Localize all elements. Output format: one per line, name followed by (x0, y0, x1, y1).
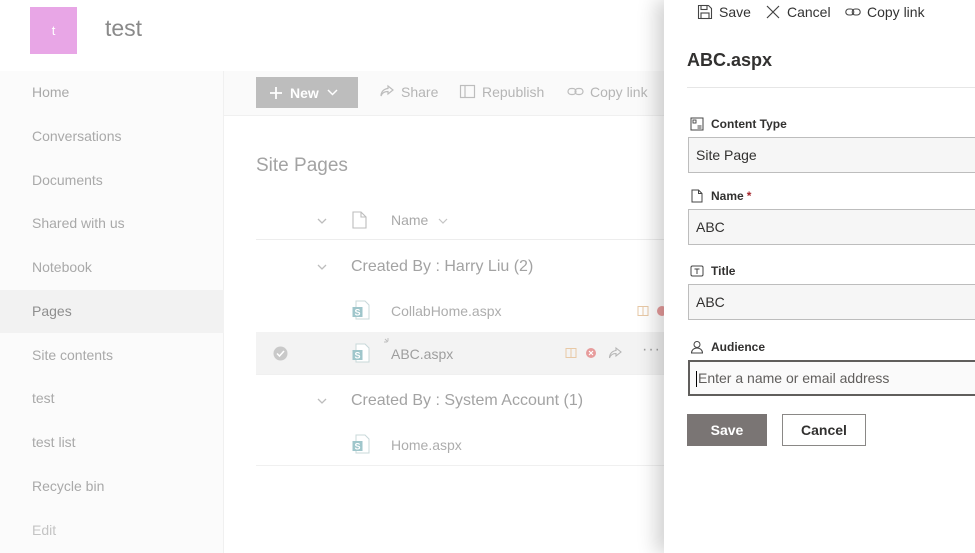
nav-item-site-contents[interactable]: Site contents (0, 334, 224, 377)
plus-icon (270, 86, 282, 99)
sharepoint-page-icon: S (352, 343, 370, 363)
error-status-icon (586, 348, 596, 358)
audience-input[interactable] (698, 370, 968, 386)
share-icon (380, 84, 394, 97)
chevron-down-icon[interactable] (438, 216, 448, 226)
panel-save-command[interactable]: Save (697, 4, 751, 20)
file-name[interactable]: CollabHome.aspx (391, 303, 502, 319)
audience-field[interactable] (688, 360, 975, 396)
person-icon (690, 341, 704, 354)
nav-item-shared-with-us[interactable]: Shared with us (0, 202, 224, 245)
content-type-label: Content Type (690, 117, 787, 131)
svg-text:S: S (354, 442, 360, 452)
document-icon (691, 189, 703, 203)
name-label: Name * (690, 189, 751, 203)
name-field[interactable]: ABC (688, 209, 975, 245)
link-icon (567, 87, 584, 96)
panel-cancel-command[interactable]: Cancel (765, 4, 831, 20)
left-navigation: Home Conversations Documents Shared with… (0, 71, 224, 553)
close-icon (766, 5, 780, 19)
file-name[interactable]: ABC.aspx (391, 346, 453, 362)
nav-item-test-list[interactable]: test list (0, 421, 224, 464)
group-header[interactable]: Created By : System Account (1) (256, 379, 664, 423)
share-icon[interactable] (607, 345, 623, 361)
share-button[interactable]: Share (378, 83, 438, 100)
command-bar: New Share Republish Copy link (224, 71, 664, 116)
required-indicator: * (746, 189, 752, 203)
page-view-icon (637, 306, 649, 316)
checkmark-circle-icon[interactable] (273, 346, 288, 361)
chevron-down-icon[interactable] (316, 261, 328, 273)
nav-item-conversations[interactable]: Conversations (0, 115, 224, 158)
page-view-icon (565, 348, 577, 358)
audience-label: Audience (690, 340, 765, 354)
text-field-icon (690, 265, 704, 277)
name-column-header[interactable]: Name (391, 212, 428, 228)
file-name[interactable]: Home.aspx (391, 437, 462, 453)
page-view-icon (459, 84, 476, 99)
library-title: Site Pages (256, 155, 348, 176)
nav-item-edit[interactable]: Edit (0, 509, 224, 552)
save-button[interactable]: Save (687, 414, 767, 446)
panel-divider (687, 87, 975, 88)
nav-item-home[interactable]: Home (0, 71, 224, 114)
save-icon (697, 4, 713, 20)
content-type-field[interactable]: Site Page (688, 137, 975, 173)
list-header: Name (256, 202, 664, 240)
new-button[interactable]: New (256, 77, 358, 108)
nav-item-recycle-bin[interactable]: Recycle bin (0, 465, 224, 508)
more-actions-icon[interactable]: ··· (642, 341, 661, 359)
sharepoint-page-icon: S (352, 300, 370, 320)
nav-item-notebook[interactable]: Notebook (0, 246, 224, 289)
text-cursor (696, 371, 697, 388)
site-title[interactable]: test (105, 15, 142, 42)
republish-button[interactable]: Republish (459, 83, 544, 100)
content-type-icon (690, 117, 704, 131)
copy-link-button[interactable]: Copy link (567, 83, 648, 100)
document-icon (352, 211, 367, 229)
chevron-down-icon (327, 89, 338, 96)
title-label: Title (690, 264, 735, 278)
site-logo[interactable]: t (30, 7, 77, 54)
svg-text:S: S (354, 351, 360, 361)
panel-title: ABC.aspx (687, 50, 773, 70)
cancel-button[interactable]: Cancel (782, 414, 866, 446)
properties-panel: Save Cancel Copy link ABC.aspx Content T… (664, 0, 975, 553)
table-row[interactable]: S CollabHome.aspx (256, 289, 666, 332)
link-icon (845, 8, 861, 16)
table-row-selected[interactable]: S ABC.aspx ··· (256, 332, 664, 375)
nav-item-documents[interactable]: Documents (0, 159, 224, 202)
panel-command-bar: Save Cancel Copy link (664, 0, 975, 30)
nav-item-pages[interactable]: Pages (0, 290, 224, 333)
group-header[interactable]: Created By : Harry Liu (2) (256, 245, 664, 289)
chevron-down-icon[interactable] (316, 395, 328, 407)
nav-item-test[interactable]: test (0, 377, 224, 420)
sharepoint-page-icon: S (352, 434, 370, 454)
panel-copy-link-command[interactable]: Copy link (845, 4, 925, 20)
table-row[interactable]: S Home.aspx (256, 423, 664, 466)
chevron-down-icon[interactable] (316, 215, 328, 227)
title-field[interactable]: ABC (688, 284, 975, 320)
svg-text:S: S (354, 308, 360, 318)
